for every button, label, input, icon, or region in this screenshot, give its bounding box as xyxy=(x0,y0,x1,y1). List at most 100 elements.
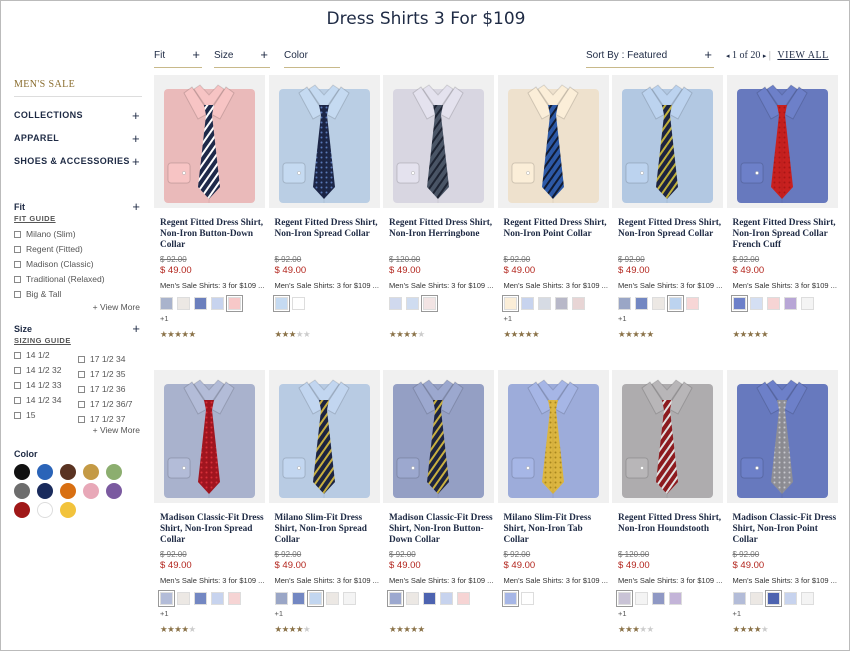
product-name[interactable]: Regent Fitted Dress Shirt, Non-Iron Butt… xyxy=(154,218,265,252)
product-color-swatch[interactable] xyxy=(194,592,207,605)
checkbox[interactable] xyxy=(14,352,21,359)
product-color-swatch[interactable] xyxy=(291,592,305,605)
fit-facet-heading[interactable]: Fit + xyxy=(14,199,142,214)
product-name[interactable]: Madison Classic-Fit Dress Shirt, Non-Iro… xyxy=(727,513,838,547)
more-colors-count[interactable]: +1 xyxy=(269,609,380,618)
product-color-swatch[interactable] xyxy=(800,592,814,605)
product-color-swatch[interactable] xyxy=(571,297,585,310)
product-card[interactable]: Regent Fitted Dress Shirt, Non-Iron Spre… xyxy=(268,75,380,340)
checkbox[interactable] xyxy=(78,416,85,423)
fit-option[interactable]: Regent (Fitted) xyxy=(14,242,142,257)
product-color-swatch[interactable] xyxy=(158,590,175,607)
more-colors-count[interactable]: +1 xyxy=(498,314,609,323)
product-color-swatch[interactable] xyxy=(667,295,684,312)
product-color-swatch[interactable] xyxy=(501,295,519,312)
color-swatch[interactable] xyxy=(60,464,76,480)
product-color-swatch[interactable] xyxy=(274,592,288,605)
fit-option[interactable]: Big & Tall xyxy=(14,287,142,302)
product-color-swatch[interactable] xyxy=(537,297,551,310)
size-option[interactable]: 15 xyxy=(14,408,78,423)
product-color-swatch[interactable] xyxy=(177,297,190,310)
view-all-link[interactable]: VIEW ALL xyxy=(777,50,828,61)
product-color-swatch[interactable] xyxy=(783,297,797,310)
product-color-swatch[interactable] xyxy=(616,590,633,607)
product-color-swatch[interactable] xyxy=(652,592,665,605)
product-color-swatch[interactable] xyxy=(766,297,780,310)
product-image[interactable] xyxy=(497,75,609,208)
product-color-swatch[interactable] xyxy=(389,297,402,310)
product-color-swatch[interactable] xyxy=(652,297,665,310)
more-colors-count[interactable]: +1 xyxy=(612,314,723,323)
fit-option[interactable]: Madison (Classic) xyxy=(14,257,142,272)
product-name[interactable]: Milano Slim-Fit Dress Shirt, Non-Iron Ta… xyxy=(498,513,609,547)
size-option[interactable]: 17 1/2 36 xyxy=(78,382,142,397)
product-name[interactable]: Regent Fitted Dress Shirt, Non-Iron Houn… xyxy=(612,513,723,547)
product-color-swatch[interactable] xyxy=(325,592,339,605)
product-color-swatch[interactable] xyxy=(520,297,534,310)
sidebar-item-shoes-accessories[interactable]: SHOES & ACCESSORIES + xyxy=(14,150,142,173)
product-name[interactable]: Regent Fitted Dress Shirt, Non-Iron Spre… xyxy=(727,218,838,252)
product-color-swatch[interactable] xyxy=(457,592,470,605)
product-color-swatch[interactable] xyxy=(669,592,682,605)
checkbox[interactable] xyxy=(78,401,85,408)
product-image[interactable] xyxy=(154,75,265,208)
product-image[interactable] xyxy=(497,370,609,503)
product-color-swatch[interactable] xyxy=(406,297,419,310)
checkbox[interactable] xyxy=(14,246,21,253)
more-colors-count[interactable] xyxy=(269,314,380,323)
color-swatch[interactable] xyxy=(106,483,122,499)
product-card[interactable]: Milano Slim-Fit Dress Shirt, Non-Iron Sp… xyxy=(268,370,380,635)
size-option[interactable]: 17 1/2 36/7 xyxy=(78,397,142,412)
checkbox[interactable] xyxy=(14,397,21,404)
product-color-swatch[interactable] xyxy=(423,592,436,605)
product-name[interactable]: Regent Fitted Dress Shirt, Non-Iron Spre… xyxy=(612,218,723,252)
prev-page-icon[interactable]: ◂ xyxy=(726,52,730,60)
color-swatch[interactable] xyxy=(37,464,53,480)
size-option[interactable]: 14 1/2 34 xyxy=(14,393,78,408)
product-card[interactable]: Madison Classic-Fit Dress Shirt, Non-Iro… xyxy=(383,370,494,635)
checkbox[interactable] xyxy=(14,367,21,374)
product-color-swatch[interactable] xyxy=(211,592,224,605)
product-image[interactable] xyxy=(612,75,723,208)
size-option[interactable]: 14 1/2 32 xyxy=(14,363,78,378)
color-swatch[interactable] xyxy=(60,483,76,499)
product-card[interactable]: Regent Fitted Dress Shirt, Non-Iron Poin… xyxy=(497,75,609,340)
product-color-swatch[interactable] xyxy=(732,592,746,605)
product-name[interactable]: Regent Fitted Dress Shirt, Non-Iron Poin… xyxy=(498,218,609,252)
size-option[interactable]: 14 1/2 xyxy=(14,348,78,363)
color-swatch[interactable] xyxy=(37,483,53,499)
product-image[interactable] xyxy=(154,370,265,503)
product-name[interactable]: Madison Classic-Fit Dress Shirt, Non-Iro… xyxy=(154,513,265,547)
fit-filter-dropdown[interactable]: Fit + xyxy=(154,46,202,68)
fit-view-more-link[interactable]: + View More xyxy=(14,302,142,312)
color-swatch[interactable] xyxy=(60,502,76,518)
product-name[interactable]: Milano Slim-Fit Dress Shirt, Non-Iron Sp… xyxy=(269,513,380,547)
product-card[interactable]: Milano Slim-Fit Dress Shirt, Non-Iron Ta… xyxy=(497,370,609,624)
product-color-swatch[interactable] xyxy=(406,592,419,605)
checkbox[interactable] xyxy=(14,261,21,268)
color-swatch[interactable] xyxy=(106,464,122,480)
product-color-swatch[interactable] xyxy=(618,297,631,310)
color-swatch[interactable] xyxy=(37,502,53,518)
product-image[interactable] xyxy=(612,370,723,503)
product-card[interactable]: Regent Fitted Dress Shirt, Non-Iron Spre… xyxy=(612,75,723,340)
more-colors-count[interactable]: +1 xyxy=(154,314,265,323)
more-colors-count[interactable]: +1 xyxy=(612,609,723,618)
product-color-swatch[interactable] xyxy=(306,590,324,607)
product-card[interactable]: Regent Fitted Dress Shirt, Non-Iron Spre… xyxy=(726,75,838,340)
product-image[interactable] xyxy=(383,75,494,208)
color-filter-dropdown[interactable]: Color xyxy=(284,46,340,68)
product-color-swatch[interactable] xyxy=(194,297,207,310)
product-color-swatch[interactable] xyxy=(635,592,648,605)
checkbox[interactable] xyxy=(78,371,85,378)
sizing-guide-link[interactable]: SIZING GUIDE xyxy=(14,336,142,345)
product-card[interactable]: Regent Fitted Dress Shirt, Non-Iron Butt… xyxy=(154,75,265,340)
color-swatch[interactable] xyxy=(14,483,30,499)
product-card[interactable]: Regent Fitted Dress Shirt, Non-Iron Houn… xyxy=(612,370,723,635)
more-colors-count[interactable]: +1 xyxy=(727,609,838,618)
product-card[interactable]: Regent Fitted Dress Shirt, Non-Iron Herr… xyxy=(383,75,494,340)
product-color-swatch[interactable] xyxy=(554,297,568,310)
product-color-swatch[interactable] xyxy=(764,590,782,607)
product-color-swatch[interactable] xyxy=(520,592,534,605)
color-swatch[interactable] xyxy=(83,483,99,499)
